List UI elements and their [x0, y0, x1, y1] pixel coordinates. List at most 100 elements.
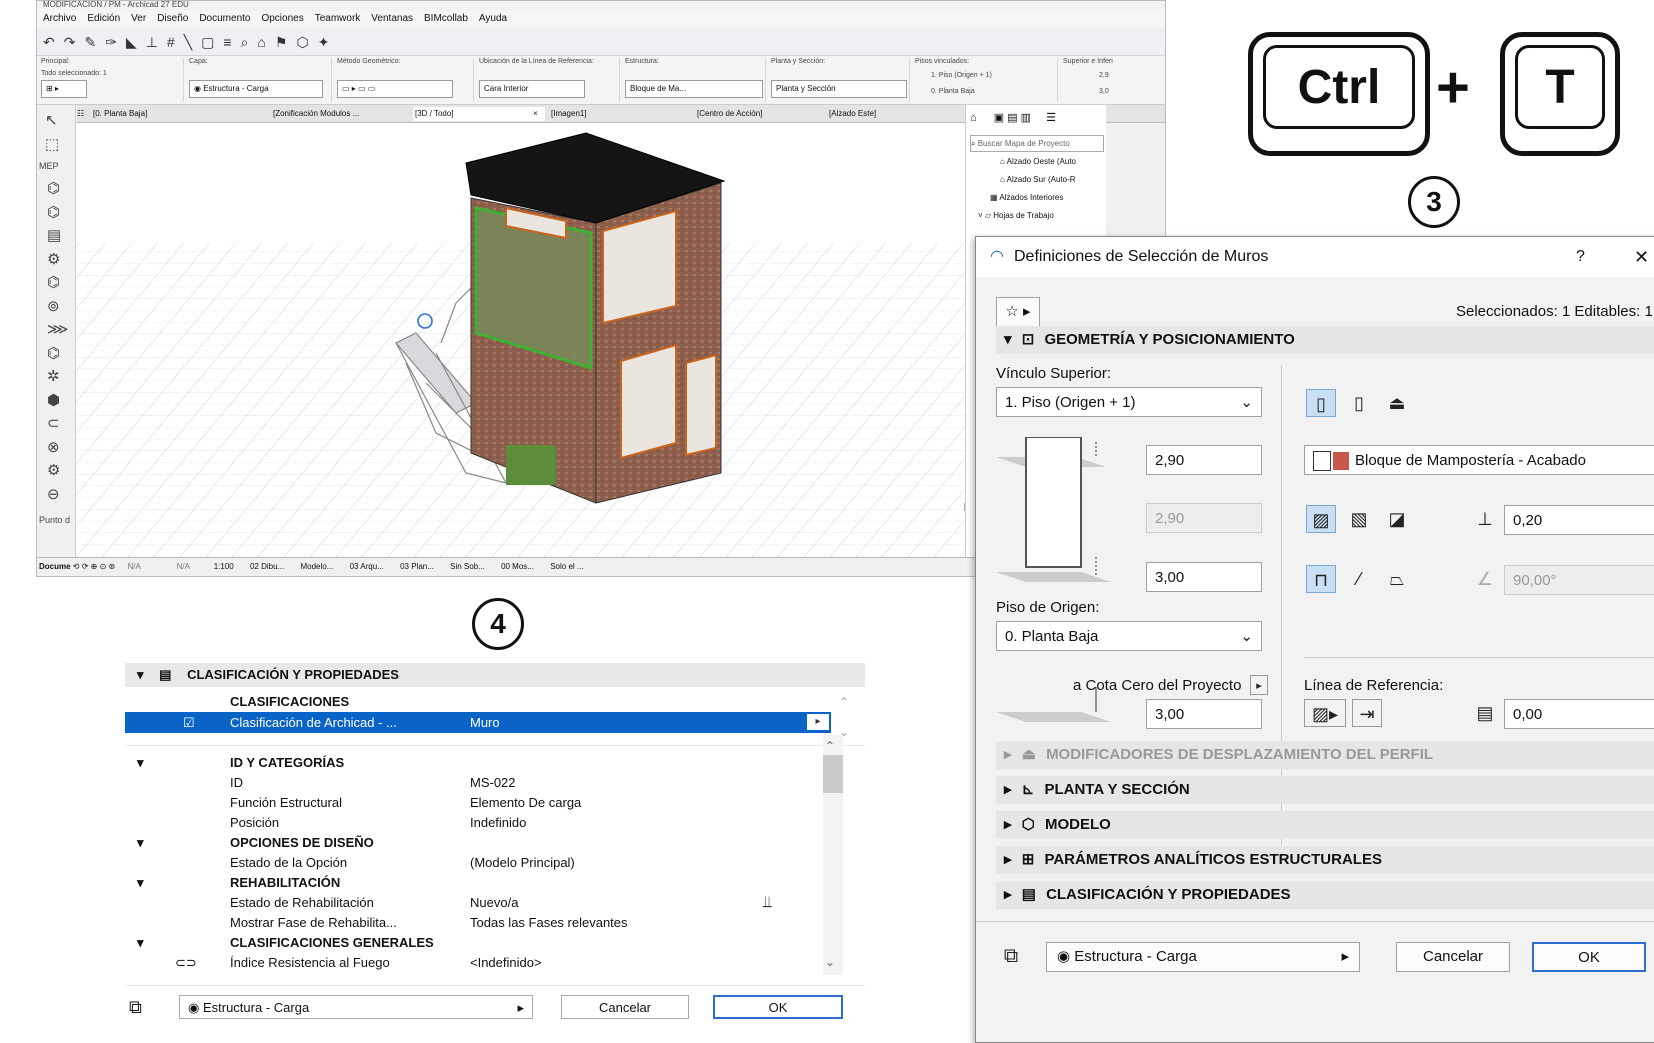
- cota-cero-button[interactable]: ▸: [1250, 675, 1268, 695]
- property-row-rehab-fase[interactable]: Mostrar Fase de Rehabilita... Todas las …: [125, 912, 865, 933]
- scroll-down-icon[interactable]: ⌄: [825, 955, 835, 969]
- superior-value-2[interactable]: 3,0: [1099, 88, 1109, 95]
- classification-row-selected[interactable]: ☑ Clasificación de Archicad - ... Muro ▸: [125, 712, 831, 733]
- arrow-tool-icon[interactable]: ↖: [45, 111, 58, 129]
- cota-cero-input[interactable]: 3,00: [1146, 699, 1262, 729]
- close-icon[interactable]: ✕: [1634, 237, 1649, 277]
- navigator-search-input[interactable]: Buscar Mapa de Proyecto: [978, 139, 1070, 148]
- scroll-up-icon[interactable]: ⌃: [825, 739, 835, 753]
- thickness-input[interactable]: 0,20: [1504, 505, 1654, 535]
- status-na-2[interactable]: N/A: [177, 562, 190, 571]
- cancel-button[interactable]: Cancelar: [1396, 942, 1510, 972]
- model-icon[interactable]: ⬡: [296, 34, 308, 51]
- wall-straight-icon[interactable]: ▯: [1306, 389, 1336, 417]
- rehab-group-header[interactable]: ▾ REHABILITACIÓN: [125, 872, 865, 893]
- superior-value-1[interactable]: 2,9: [1099, 72, 1109, 79]
- classification-section-header[interactable]: ▾ ▤ CLASIFICACIÓN Y PROPIEDADES: [125, 663, 865, 687]
- reference-line-selector[interactable]: ▨▸: [1304, 699, 1346, 727]
- tab-alzado-este[interactable]: [Alzado Este]: [829, 107, 876, 121]
- marquee-tool-icon[interactable]: ⬚: [45, 135, 59, 153]
- branch-icon[interactable]: ✲: [47, 365, 68, 389]
- structure-dropdown[interactable]: Bloque de Ma...: [625, 80, 763, 98]
- tab-centro-accion[interactable]: [Centro de Acción]: [697, 107, 762, 121]
- section-modelo[interactable]: ▸ ⬡ MODELO: [996, 811, 1654, 839]
- cable-tool-icon[interactable]: ▤: [47, 224, 68, 248]
- wall-top-height-input[interactable]: 2,90: [1146, 445, 1262, 475]
- navigator-item-alzado-sur[interactable]: ⌂ Alzado Sur (Auto-R: [1000, 175, 1076, 184]
- piso-inferior[interactable]: 0. Planta Baja: [931, 88, 975, 95]
- scroll-up-icon[interactable]: ⌃: [839, 695, 849, 709]
- status-model-view[interactable]: Modelo...: [300, 562, 333, 571]
- ok-button[interactable]: OK: [713, 995, 843, 1019]
- line-icon[interactable]: ╲: [184, 34, 192, 51]
- tab-imagen1[interactable]: [Imagen1]: [551, 107, 587, 121]
- publisher-icon[interactable]: ▥: [1021, 112, 1031, 124]
- status-na-1[interactable]: N/A: [127, 562, 140, 571]
- menu-ayuda[interactable]: Ayuda: [479, 11, 507, 27]
- grid-icon[interactable]: #: [167, 34, 175, 50]
- menu-teamwork[interactable]: Teamwork: [315, 11, 361, 27]
- eyedropper-icon[interactable]: ✑: [105, 34, 117, 51]
- routing-icon[interactable]: ⚙: [47, 459, 68, 483]
- property-row-id[interactable]: ID MS-022: [125, 772, 865, 793]
- menu-archivo[interactable]: Archivo: [43, 11, 76, 27]
- offset-input[interactable]: 0,00: [1504, 699, 1654, 729]
- ok-button[interactable]: OK: [1532, 942, 1646, 972]
- layer-dropdown[interactable]: ◉ Estructura - Carga: [189, 80, 323, 98]
- layer-selector[interactable]: ◉ Estructura - Carga ▸: [1046, 942, 1360, 972]
- elbow-icon[interactable]: ⊂: [47, 412, 68, 436]
- menu-edicion[interactable]: Edición: [87, 11, 120, 27]
- pipe-tool-icon[interactable]: ⌬: [47, 201, 68, 225]
- navigator-search[interactable]: ⌕ Buscar Mapa de Proyecto: [970, 135, 1104, 152]
- menu-ventanas[interactable]: Ventanas: [371, 11, 413, 27]
- wall-vertical-icon[interactable]: ⊓: [1306, 565, 1336, 593]
- redo-icon[interactable]: ↷: [64, 34, 76, 51]
- flex-duct-icon[interactable]: ⊚: [47, 295, 68, 319]
- undo-icon[interactable]: ↶: [43, 34, 55, 51]
- building-material-dropdown[interactable]: Bloque de Mampostería - Acabado ▸: [1304, 445, 1654, 475]
- wall-bottom-height-input[interactable]: 3,00: [1146, 562, 1262, 592]
- geometry-method-selector[interactable]: ▭ ▸ ▭ ▭: [337, 80, 453, 98]
- renovation-filter-icon[interactable]: ⫫: [763, 892, 772, 913]
- wall-trapezoid-icon[interactable]: ▯: [1344, 389, 1374, 417]
- menu-ver[interactable]: Ver: [131, 11, 146, 27]
- property-row-funcion[interactable]: Función Estructural Elemento De carga: [125, 792, 865, 813]
- pick-icon[interactable]: ✎: [84, 34, 96, 51]
- menu-documento[interactable]: Documento: [199, 11, 250, 27]
- section-modificadores[interactable]: ▸ ⏏ MODIFICADORES DE DESPLAZAMIENTO DEL …: [996, 741, 1654, 769]
- profile-structure-icon[interactable]: ◪: [1382, 505, 1412, 533]
- status-structural[interactable]: Solo el ...: [550, 562, 583, 571]
- status-override[interactable]: Sin Sob...: [450, 562, 485, 571]
- composite-structure-icon[interactable]: ▧: [1344, 505, 1374, 533]
- classification-arrow-button[interactable]: ▸: [807, 714, 829, 730]
- floor-plan-section-button[interactable]: Planta y Sección: [771, 80, 907, 98]
- tab-3d-todo[interactable]: [3D / Todo]: [413, 107, 545, 121]
- snap-icon[interactable]: ⊥: [146, 34, 158, 51]
- opciones-group-header[interactable]: ▾ OPCIONES DE DISEÑO: [125, 832, 865, 853]
- scrollbar-thumb[interactable]: [823, 755, 843, 793]
- piso-origen-dropdown[interactable]: 0. Planta Baja ⌄: [996, 621, 1262, 651]
- zoom-icon[interactable]: ⌕: [241, 34, 249, 51]
- reference-line-dropdown[interactable]: Cara Interior: [479, 80, 585, 98]
- pointer-icon[interactable]: ◣: [126, 34, 137, 51]
- layer-selector[interactable]: ◉ Estructura - Carga ▸: [179, 995, 533, 1019]
- generales-group-header[interactable]: ▾ CLASIFICACIONES GENERALES: [125, 932, 865, 953]
- status-renovation[interactable]: 00 Mos...: [501, 562, 534, 571]
- tab-close-icon[interactable]: ×: [533, 107, 538, 121]
- wall-tool-selector[interactable]: ⊞ ▸: [41, 80, 87, 98]
- property-row-posicion[interactable]: Posición Indefinido: [125, 812, 865, 833]
- menu-opciones[interactable]: Opciones: [261, 11, 303, 27]
- flag-icon[interactable]: ⚑: [275, 34, 288, 51]
- wall-polygonal-icon[interactable]: ⏏: [1382, 389, 1412, 417]
- tab-list-icon[interactable]: ☷: [77, 107, 84, 121]
- fitting-tool-icon[interactable]: ⚙: [47, 248, 68, 272]
- cancel-button[interactable]: Cancelar: [561, 995, 689, 1019]
- favorites-button[interactable]: ☆ ▸: [996, 297, 1040, 327]
- equipment-icon[interactable]: ⬢: [47, 389, 68, 413]
- help-icon[interactable]: ?: [1576, 237, 1585, 277]
- vinculo-superior-dropdown[interactable]: 1. Piso (Origen + 1) ⌄: [996, 387, 1262, 417]
- piso-superior[interactable]: 1. Piso (Origen + 1): [931, 72, 992, 79]
- status-scale[interactable]: 1:100: [214, 562, 234, 571]
- layers-icon[interactable]: ≡: [223, 34, 231, 50]
- flip-reference-icon[interactable]: ⇥: [1352, 699, 1382, 727]
